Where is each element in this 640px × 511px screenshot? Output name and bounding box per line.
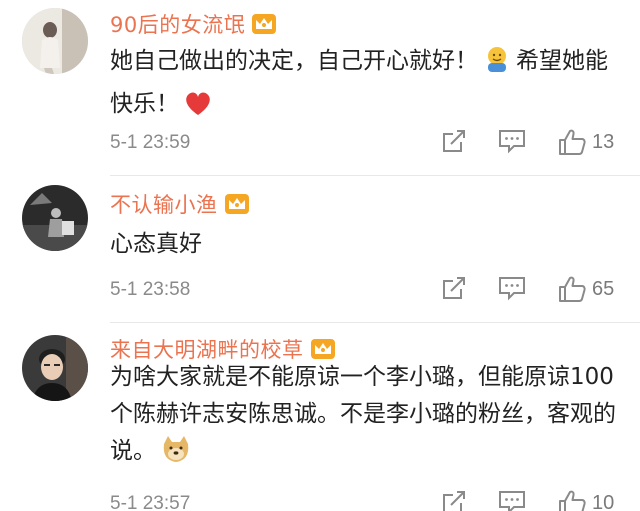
like-count: 10 bbox=[592, 491, 615, 511]
avatar[interactable] bbox=[22, 335, 88, 401]
comment-time: 5-1 23:57 bbox=[110, 493, 191, 511]
share-icon bbox=[443, 491, 465, 511]
like-icon bbox=[559, 276, 586, 302]
username-text[interactable]: 不认输小渔 bbox=[110, 189, 218, 219]
comment-item: 不认输小渔 心态真好 5-1 23:58 65 bbox=[0, 175, 640, 322]
comment-time: 5-1 23:58 bbox=[110, 279, 191, 300]
comment-text: 她自己做出的决定，自己开心就好！ 希望她能快乐！ bbox=[110, 43, 625, 129]
comment-icon bbox=[499, 491, 525, 511]
heart-emoji bbox=[183, 89, 213, 129]
comment-text-part: 她自己做出的决定，自己开心就好！ bbox=[110, 48, 478, 74]
comment-text: 为啥大家就是不能原谅一个李小璐，但能原谅100个陈赫许志安陈思诚。不是李小璐的粉… bbox=[110, 359, 625, 476]
comment-item: 90后的女流氓 她自己做出的决定，自己开心就好！ 希望她能快乐！ 5-1 23:5… bbox=[0, 0, 640, 175]
like-count: 65 bbox=[592, 277, 615, 300]
share-button[interactable] bbox=[441, 128, 467, 154]
username[interactable]: 不认输小渔 bbox=[110, 189, 250, 219]
like-button[interactable]: 10 bbox=[558, 489, 614, 511]
comment-time: 5-1 23:59 bbox=[110, 132, 191, 153]
hug-emoji bbox=[482, 44, 512, 86]
comment-item: 来自大明湖畔的校草 为啥大家就是不能原谅一个李小璐，但能原谅100个陈赫许志安陈… bbox=[0, 322, 640, 511]
doge-emoji bbox=[160, 434, 192, 476]
comment-icon bbox=[499, 277, 525, 301]
comment-text: 心态真好 bbox=[110, 231, 202, 257]
comment-button[interactable] bbox=[498, 128, 526, 154]
like-button[interactable]: 13 bbox=[558, 128, 614, 156]
crown-badge-icon bbox=[310, 339, 335, 359]
crown-badge-icon bbox=[224, 194, 249, 214]
avatar[interactable] bbox=[22, 8, 88, 74]
crown-badge-icon bbox=[252, 14, 277, 34]
comment-icon bbox=[499, 130, 525, 154]
avatar[interactable] bbox=[22, 185, 88, 251]
comment-button[interactable] bbox=[498, 275, 526, 301]
share-icon bbox=[443, 130, 465, 152]
username-text[interactable]: 90后的女流氓 bbox=[110, 9, 245, 39]
like-count: 13 bbox=[592, 130, 615, 153]
username[interactable]: 90后的女流氓 bbox=[110, 9, 277, 39]
share-button[interactable] bbox=[441, 275, 467, 301]
comment-button[interactable] bbox=[498, 489, 526, 511]
like-icon bbox=[559, 129, 586, 155]
like-icon bbox=[559, 490, 586, 511]
share-button[interactable] bbox=[441, 489, 467, 511]
like-button[interactable]: 65 bbox=[558, 275, 614, 303]
share-icon bbox=[443, 277, 465, 299]
